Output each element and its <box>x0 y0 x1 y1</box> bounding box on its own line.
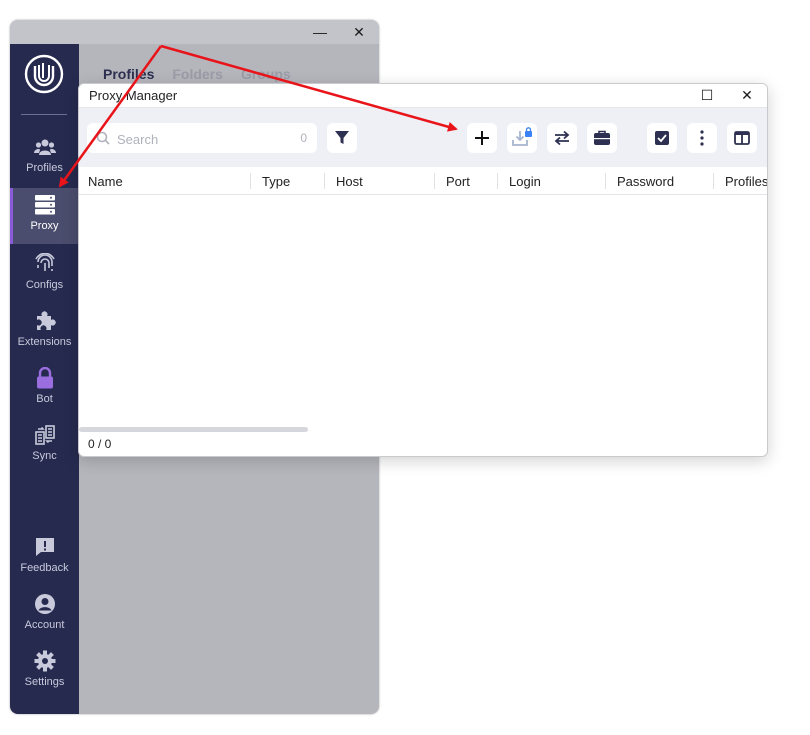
sidebar-item-label: Proxy <box>30 220 59 232</box>
tab-groups[interactable]: Groups <box>241 66 291 82</box>
sidebar-item-label: Configs <box>25 279 64 291</box>
feedback-icon <box>34 536 56 558</box>
puzzle-icon <box>34 310 56 332</box>
filter-icon <box>335 131 349 144</box>
dialog-titlebar: Proxy Manager ☐ ✕ <box>79 84 767 108</box>
users-icon <box>33 136 56 158</box>
import-proxy-button[interactable] <box>507 123 537 153</box>
swap-button[interactable] <box>547 123 577 153</box>
account-icon <box>34 593 56 615</box>
sync-icon <box>34 424 56 446</box>
sidebar-item-label: Profiles <box>26 162 63 174</box>
tab-folders[interactable]: Folders <box>172 66 223 82</box>
column-header-port[interactable]: Port <box>446 174 470 189</box>
more-vertical-icon <box>700 130 704 146</box>
proxy-toolbar: 0 <box>79 108 767 167</box>
horizontal-scrollbar[interactable] <box>79 427 308 432</box>
server-icon <box>34 194 56 216</box>
main-titlebar: — ✕ <box>10 20 379 44</box>
column-header-host[interactable]: Host <box>336 174 363 189</box>
fingerprint-icon <box>34 253 56 275</box>
sidebar: Profiles Proxy Configs Extensions Bot Sy… <box>10 44 79 714</box>
column-header-login[interactable]: Login <box>509 174 541 189</box>
sidebar-item-label: Sync <box>32 450 57 462</box>
column-divider[interactable] <box>434 173 435 189</box>
maximize-button[interactable]: ☐ <box>689 84 725 107</box>
dialog-close-button[interactable]: ✕ <box>729 84 765 107</box>
column-header-password[interactable]: Password <box>617 174 674 189</box>
sidebar-item-proxy[interactable]: Proxy <box>10 188 79 244</box>
column-divider[interactable] <box>497 173 498 189</box>
column-header-profiles[interactable]: Profiles <box>725 174 767 189</box>
main-tabs: Profiles Folders Groups <box>103 66 291 82</box>
minimize-button[interactable]: — <box>305 20 335 44</box>
lock-icon <box>34 367 56 389</box>
sidebar-item-label: Extensions <box>17 336 72 348</box>
columns-icon <box>734 131 750 145</box>
import-locked-icon <box>512 127 532 146</box>
search-box[interactable]: 0 <box>87 123 317 153</box>
column-divider[interactable] <box>605 173 606 189</box>
column-divider[interactable] <box>250 173 251 189</box>
more-options-button[interactable] <box>687 123 717 153</box>
tab-profiles[interactable]: Profiles <box>103 66 154 82</box>
briefcase-icon <box>594 130 610 145</box>
sidebar-item-account[interactable]: Account <box>10 587 79 643</box>
sidebar-item-settings[interactable]: Settings <box>10 644 79 700</box>
table-header: Name Type Host Port Login Password Profi… <box>79 168 767 195</box>
columns-button[interactable] <box>727 123 757 153</box>
sidebar-item-bot[interactable]: Bot <box>10 361 79 417</box>
filter-button[interactable] <box>327 123 357 153</box>
proxy-manager-dialog: Proxy Manager ☐ ✕ 0 <box>78 83 768 457</box>
close-button[interactable]: ✕ <box>344 20 374 44</box>
search-input[interactable] <box>115 129 279 149</box>
gear-icon <box>34 650 56 672</box>
briefcase-button[interactable] <box>587 123 617 153</box>
sidebar-item-label: Feedback <box>20 562 69 574</box>
plus-icon <box>475 131 489 145</box>
logo-divider <box>21 114 67 115</box>
sidebar-item-extensions[interactable]: Extensions <box>10 304 79 360</box>
sidebar-item-configs[interactable]: Configs <box>10 247 79 303</box>
add-proxy-button[interactable] <box>467 123 497 153</box>
select-all-button[interactable] <box>647 123 677 153</box>
search-icon <box>96 131 110 145</box>
row-count: 0 / 0 <box>88 437 112 451</box>
sidebar-item-label: Bot <box>36 393 53 405</box>
column-header-name[interactable]: Name <box>88 174 123 189</box>
sidebar-item-label: Account <box>24 619 65 631</box>
sidebar-item-profiles[interactable]: Profiles <box>10 130 79 186</box>
sidebar-item-feedback[interactable]: Feedback <box>10 530 79 586</box>
sidebar-item-label: Settings <box>24 676 65 688</box>
column-header-type[interactable]: Type <box>262 174 290 189</box>
dialog-title: Proxy Manager <box>89 88 178 103</box>
search-count: 0 <box>300 131 307 145</box>
column-divider[interactable] <box>324 173 325 189</box>
sidebar-item-sync[interactable]: Sync <box>10 418 79 474</box>
app-logo <box>24 54 64 94</box>
checkbox-icon <box>655 131 669 145</box>
swap-arrows-icon <box>554 130 570 146</box>
column-divider[interactable] <box>713 173 714 189</box>
